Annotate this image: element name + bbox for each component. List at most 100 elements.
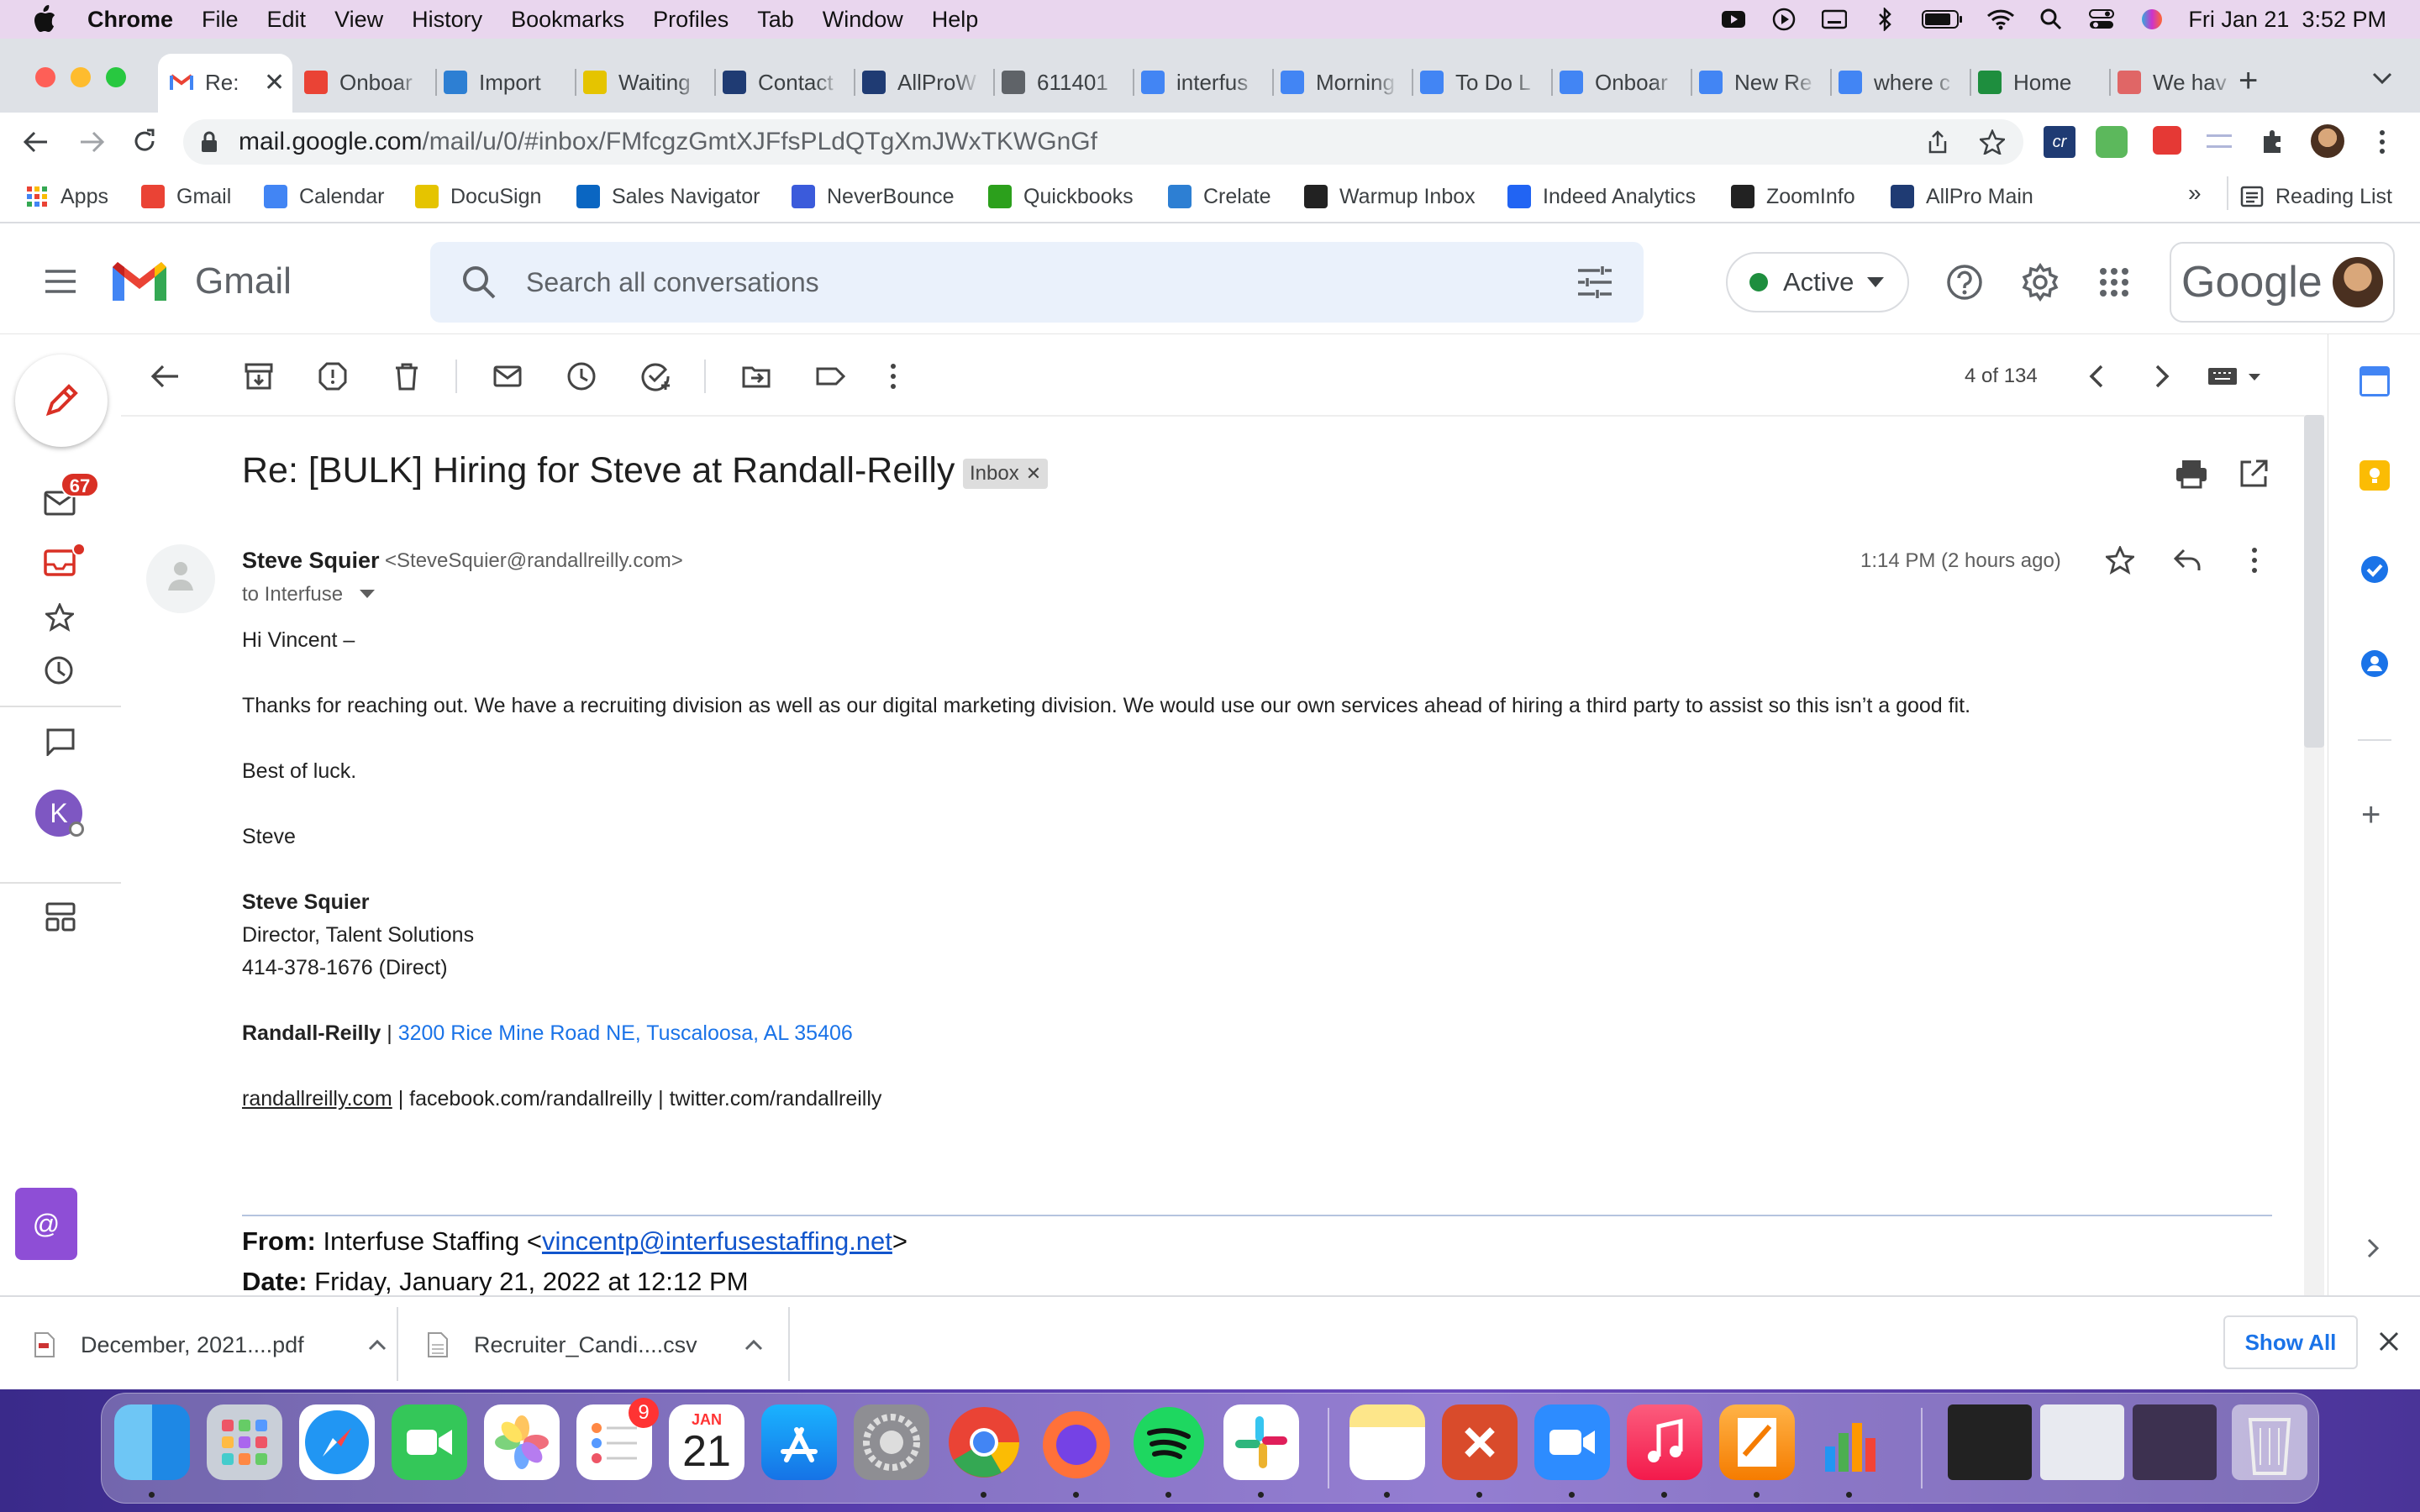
- tab-11[interactable]: Onboar: [1560, 60, 1677, 104]
- lock-icon[interactable]: [200, 131, 218, 153]
- window-thumbnail-1[interactable]: [1948, 1404, 2032, 1480]
- bookmark-indeed-analytics[interactable]: Indeed Analytics: [1507, 181, 1696, 212]
- more-options-icon[interactable]: [889, 361, 919, 391]
- numbers-dock-icon[interactable]: [1812, 1404, 1887, 1480]
- at-mention-widget-icon[interactable]: @: [15, 1188, 77, 1260]
- menubar-clock[interactable]: Fri Jan 21 3:52 PM: [2188, 7, 2386, 33]
- frog-extension-icon[interactable]: [2096, 126, 2128, 158]
- sender-email[interactable]: <SteveSquier@randallreilly.com>: [385, 549, 683, 573]
- reload-icon[interactable]: [131, 128, 158, 155]
- tab-gmail-re[interactable]: Re: ✕: [170, 60, 287, 104]
- system-preferences-dock-icon[interactable]: [854, 1404, 929, 1480]
- menu-file[interactable]: File: [202, 7, 239, 33]
- show-all-downloads-button[interactable]: Show All: [2223, 1315, 2358, 1369]
- inbox-label-chip[interactable]: Inbox ✕: [963, 459, 1049, 489]
- help-icon[interactable]: [1946, 264, 1983, 301]
- search-options-icon[interactable]: [1576, 265, 1613, 299]
- bookmark-sales-navigator[interactable]: Sales Navigator: [576, 181, 760, 212]
- bookmark-neverbounce[interactable]: NeverBounce: [792, 181, 954, 212]
- app-store-dock-icon[interactable]: [761, 1404, 837, 1480]
- tab-12[interactable]: New Re: [1699, 60, 1817, 104]
- forward-arrow-icon[interactable]: [79, 129, 106, 155]
- crelate-extension-icon[interactable]: cr: [2044, 126, 2075, 158]
- address-link[interactable]: 3200 Rice Mine Road NE, Tuscaloosa, AL 3…: [398, 1021, 853, 1045]
- extensions-puzzle-icon[interactable]: [2260, 128, 2287, 155]
- star-icon[interactable]: [2106, 546, 2134, 575]
- window-zoom-button[interactable]: [106, 67, 126, 87]
- music-dock-icon[interactable]: [1627, 1404, 1702, 1480]
- calendar-dock-icon[interactable]: JAN 21: [669, 1404, 744, 1480]
- bookmark-apps[interactable]: Apps: [25, 181, 108, 212]
- settings-gear-icon[interactable]: [2020, 262, 2060, 302]
- download-options-chevron-icon-2[interactable]: [744, 1339, 763, 1351]
- launchpad-dock-icon[interactable]: [207, 1404, 282, 1480]
- pages-dock-icon[interactable]: [1719, 1404, 1795, 1480]
- search-icon[interactable]: [460, 264, 497, 301]
- status-dropdown[interactable]: Active: [1726, 252, 1909, 312]
- tasks-app-icon[interactable]: [2360, 554, 2390, 585]
- bookmark-allpro-main[interactable]: AllPro Main: [1891, 181, 2033, 212]
- remote-desktop-dock-icon[interactable]: [1442, 1404, 1518, 1480]
- zoom-dock-icon[interactable]: [1534, 1404, 1610, 1480]
- archive-icon[interactable]: [244, 361, 274, 391]
- tab-8[interactable]: interfus: [1141, 60, 1259, 104]
- zotero-extension-icon[interactable]: [2153, 126, 2181, 155]
- older-chevron-icon[interactable]: [2146, 361, 2176, 391]
- label-icon[interactable]: [815, 361, 845, 391]
- quoted-email-link[interactable]: vincentp@interfusestaffing.net: [542, 1226, 892, 1256]
- back-to-inbox-icon[interactable]: [150, 361, 180, 391]
- control-center-icon[interactable]: [2087, 8, 2116, 31]
- snooze-icon[interactable]: [566, 361, 597, 391]
- window-thumbnail-2[interactable]: [2040, 1404, 2124, 1480]
- download-item-pdf[interactable]: December, 2021....pdf: [34, 1310, 387, 1379]
- get-addons-plus-icon[interactable]: +: [2361, 798, 2381, 832]
- bluetooth-icon[interactable]: [1870, 8, 1899, 31]
- chat-bubble-icon[interactable]: [45, 727, 76, 756]
- apps-grid-icon[interactable]: [2099, 267, 2129, 297]
- firefox-dock-icon[interactable]: [1039, 1404, 1114, 1480]
- bookmark-calendar[interactable]: Calendar: [264, 181, 384, 212]
- bookmark-star-icon[interactable]: [1980, 129, 2005, 155]
- website-link[interactable]: randallreilly.com: [242, 1087, 392, 1110]
- chrome-dock-icon[interactable]: [946, 1404, 1022, 1480]
- gmail-logo-icon[interactable]: [109, 257, 170, 304]
- menu-window[interactable]: Window: [823, 7, 903, 33]
- tab-6[interactable]: AllProW: [862, 60, 980, 104]
- spotify-dock-icon[interactable]: [1131, 1404, 1207, 1480]
- bookmark-crelate[interactable]: Crelate: [1168, 181, 1271, 212]
- window-thumbnail-3[interactable]: [2133, 1404, 2217, 1480]
- expand-panel-chevron-icon[interactable]: [2365, 1236, 2381, 1260]
- menu-help[interactable]: Help: [932, 7, 979, 33]
- tab-14[interactable]: Home: [1978, 60, 2096, 104]
- newer-chevron-icon[interactable]: [2082, 361, 2112, 391]
- tab-5[interactable]: Contact: [723, 60, 840, 104]
- keyboard-icon[interactable]: [1820, 8, 1849, 31]
- reading-list-button[interactable]: Reading List: [2240, 181, 2392, 212]
- recipients-line[interactable]: to Interfuse: [242, 583, 343, 606]
- window-minimize-button[interactable]: [71, 67, 91, 87]
- reply-icon[interactable]: [2173, 548, 2202, 573]
- menu-bookmarks[interactable]: Bookmarks: [511, 7, 624, 33]
- spaces-icon[interactable]: [45, 902, 76, 932]
- window-close-button[interactable]: [35, 67, 55, 87]
- menu-history[interactable]: History: [412, 7, 482, 33]
- safari-dock-icon[interactable]: [299, 1404, 375, 1480]
- add-to-tasks-icon[interactable]: [640, 361, 671, 391]
- calendar-app-icon[interactable]: [2360, 366, 2390, 396]
- download-options-chevron-icon[interactable]: [368, 1339, 387, 1351]
- chat-icon[interactable]: [44, 549, 76, 578]
- photos-dock-icon[interactable]: [484, 1404, 560, 1480]
- menu-edit[interactable]: Edit: [267, 7, 307, 33]
- open-new-window-icon[interactable]: [2238, 459, 2269, 489]
- share-icon[interactable]: [1926, 129, 1949, 155]
- notes-dock-icon[interactable]: [1349, 1404, 1425, 1480]
- search-input[interactable]: Search all conversations: [526, 267, 819, 298]
- tab-10[interactable]: To Do L: [1420, 60, 1538, 104]
- video-icon[interactable]: [1719, 8, 1748, 31]
- menu-profiles[interactable]: Profiles: [653, 7, 729, 33]
- slack-dock-icon[interactable]: [1223, 1404, 1299, 1480]
- chrome-menu-icon[interactable]: [2378, 129, 2386, 155]
- sender-name[interactable]: Steve Squier: [242, 548, 380, 574]
- bookmark-warmup-inbox[interactable]: Warmup Inbox: [1304, 181, 1476, 212]
- back-arrow-icon[interactable]: [22, 129, 49, 155]
